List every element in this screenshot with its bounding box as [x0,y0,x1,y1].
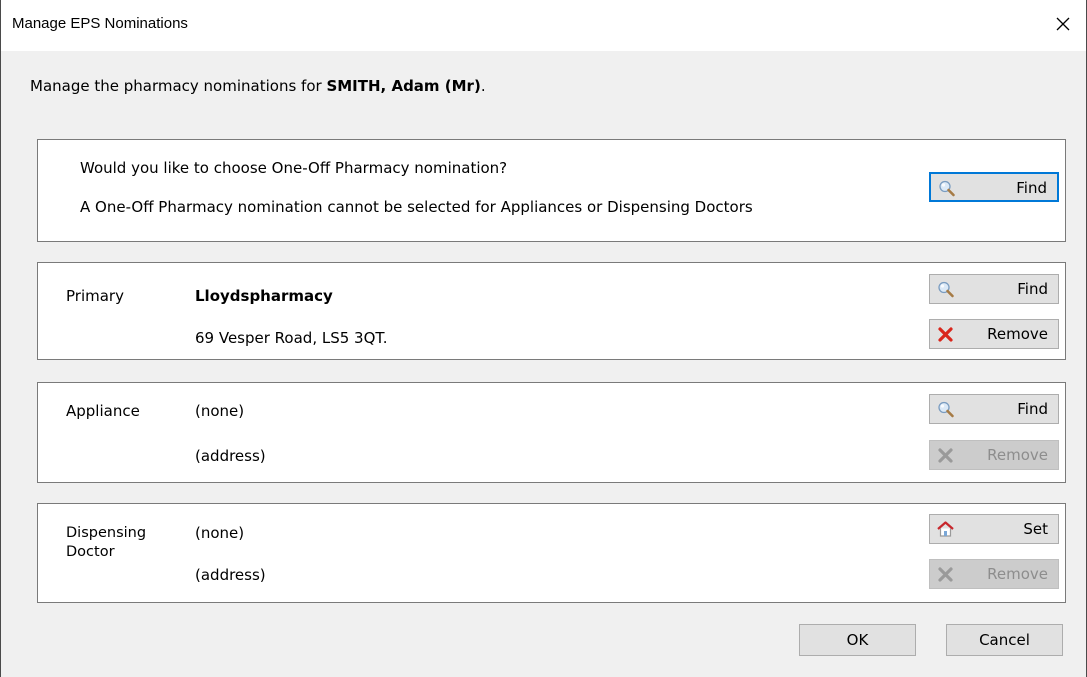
appliance-find-button[interactable]: Find [929,394,1059,424]
find-label: Find [1017,400,1048,418]
magnifier-icon [936,400,955,419]
dispensing-doctor-name: (none) [195,524,245,542]
gray-x-icon [936,446,955,465]
one-off-panel: Would you like to choose One-Off Pharmac… [37,139,1066,242]
dispensing-doctor-panel: Dispensing Doctor (none) (address) Set R… [37,503,1066,603]
intro-text: Manage the pharmacy nominations for SMIT… [30,77,486,95]
intro-prefix: Manage the pharmacy nominations for [30,77,327,95]
primary-label: Primary [66,287,124,305]
appliance-remove-button[interactable]: Remove [929,440,1059,470]
remove-label: Remove [987,325,1048,343]
house-icon [936,520,955,539]
remove-label: Remove [987,446,1048,464]
dialog-window: Manage EPS Nominations Manage the pharma… [0,0,1087,677]
intro-suffix: . [480,77,486,95]
primary-remove-button[interactable]: Remove [929,319,1059,349]
primary-pharmacy-address: 69 Vesper Road, LS5 3QT. [195,329,388,347]
ok-label: OK [846,630,869,649]
dispensing-doctor-label: Dispensing Doctor [66,525,147,560]
one-off-note: A One-Off Pharmacy nomination cannot be … [80,198,753,216]
remove-label: Remove [987,565,1048,583]
cancel-button[interactable]: Cancel [946,624,1063,656]
gray-x-icon [936,565,955,584]
magnifier-icon [936,280,955,299]
appliance-name: (none) [195,402,245,420]
primary-pharmacy-name: Lloydspharmacy [195,287,333,305]
primary-panel: Primary Lloydspharmacy 69 Vesper Road, L… [37,262,1066,360]
dispensing-doctor-address: (address) [195,566,266,584]
find-label: Find [1016,179,1047,197]
appliance-label: Appliance [66,402,140,420]
appliance-panel: Appliance (none) (address) Find Remove [37,382,1066,483]
one-off-question: Would you like to choose One-Off Pharmac… [80,159,508,177]
window-title: Manage EPS Nominations [12,15,188,32]
ok-button[interactable]: OK [799,624,916,656]
one-off-find-button[interactable]: Find [929,172,1059,202]
dispensing-doctor-remove-button[interactable]: Remove [929,559,1059,589]
dispensing-doctor-set-button[interactable]: Set [929,514,1059,544]
primary-find-button[interactable]: Find [929,274,1059,304]
title-bar: Manage EPS Nominations [1,0,1086,51]
patient-name: SMITH, Adam (Mr) [326,77,481,95]
set-label: Set [1023,520,1048,538]
close-button[interactable] [1040,0,1086,51]
magnifier-icon [937,179,956,198]
cancel-label: Cancel [979,630,1030,649]
appliance-address: (address) [195,447,266,465]
red-x-icon [936,325,955,344]
close-icon [1056,16,1070,35]
find-label: Find [1017,280,1048,298]
